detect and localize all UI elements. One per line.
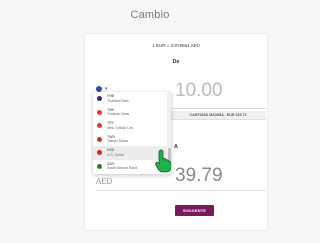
- tunisia-flag-icon: [97, 109, 102, 115]
- currency-name: South African Rand: [107, 166, 138, 170]
- from-amount-input[interactable]: 10.00: [175, 80, 223, 102]
- currency-code: TWD: [107, 134, 115, 139]
- currency-code: THB: [107, 94, 114, 98]
- to-currency-label[interactable]: AED: [96, 177, 112, 186]
- currency-option-thb[interactable]: THB Thailand Bath: [93, 92, 171, 106]
- currency-code: TRY: [107, 121, 114, 125]
- currency-name: Thailand Bath: [107, 98, 129, 103]
- currency-name: Taiwan Dollar: [107, 139, 129, 143]
- currency-code: ZAR: [107, 161, 114, 166]
- page-title: Cambio: [130, 9, 170, 21]
- turkey-flag-icon: [97, 123, 102, 128]
- taiwan-flag-icon: [97, 136, 102, 142]
- currency-name: Tunisian Dinar: [107, 112, 130, 116]
- currency-name: U.S. Dollar: [107, 152, 124, 157]
- currency-option-try[interactable]: TRY New Turkish Lira: [93, 119, 171, 133]
- from-label: De: [172, 59, 180, 65]
- exchange-rate: 1 EUR = 3.978564 AED: [152, 43, 200, 48]
- currency-code: USD: [107, 148, 115, 152]
- south-africa-flag-icon: [97, 163, 102, 169]
- currency-option-tnd[interactable]: TND Tunisian Dinar: [93, 106, 171, 120]
- to-amount-value: 39.79: [175, 165, 223, 186]
- usa-flag-icon: [97, 150, 102, 155]
- currency-name: New Turkish Lira: [107, 125, 134, 130]
- to-field-underline: [96, 190, 266, 191]
- hand-cursor-icon: [155, 149, 171, 173]
- max-quantity-label: CANTIDAD MÁXIMA : EUR 219.72: [170, 111, 266, 120]
- thailand-flag-icon: [97, 96, 102, 101]
- next-button[interactable]: SIGUIENTE: [175, 205, 214, 216]
- currency-option-twd[interactable]: TWD Taiwan Dollar: [93, 133, 171, 147]
- currency-code: TND: [107, 107, 115, 112]
